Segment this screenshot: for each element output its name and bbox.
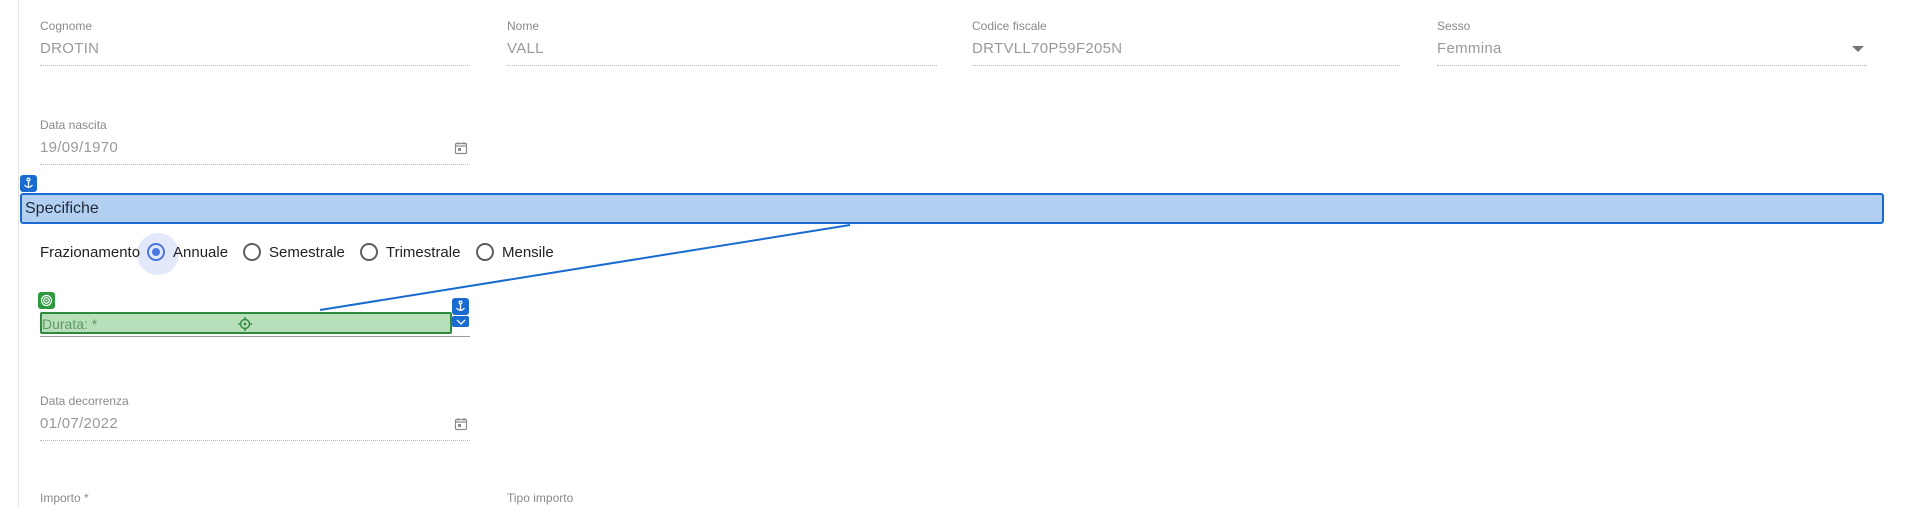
radio-trimestrale[interactable]: Trimestrale bbox=[360, 240, 460, 264]
durata-select[interactable]: Durata: * bbox=[40, 312, 452, 334]
radio-annuale[interactable]: Annuale bbox=[137, 233, 229, 275]
dropdown-toggle-icon[interactable] bbox=[452, 316, 469, 327]
calendar-icon[interactable] bbox=[454, 417, 468, 431]
durata-underline bbox=[40, 336, 470, 337]
section-specifiche[interactable]: Specifiche bbox=[20, 193, 1884, 224]
radio-label-semestrale: Semestrale bbox=[269, 243, 345, 261]
radio-mensile[interactable]: Mensile bbox=[476, 240, 554, 264]
radio-unselected-icon[interactable] bbox=[243, 243, 261, 261]
radio-unselected-icon[interactable] bbox=[476, 243, 494, 261]
durata-placeholder: Durata: * bbox=[42, 316, 98, 332]
section-title: Specifiche bbox=[25, 200, 99, 217]
radio-label-mensile: Mensile bbox=[502, 243, 554, 261]
data-decorrenza-field[interactable]: Data decorrenza 01/07/2022 bbox=[40, 394, 470, 442]
frazionamento-label: Frazionamento bbox=[40, 244, 141, 261]
radio-label-annuale: Annuale bbox=[173, 243, 229, 261]
data-decorrenza-value: 01/07/2022 bbox=[40, 415, 119, 432]
data-decorrenza-input[interactable]: 01/07/2022 bbox=[40, 412, 470, 441]
radio-unselected-icon[interactable] bbox=[360, 243, 378, 261]
anchor-icon[interactable] bbox=[452, 298, 469, 315]
crosshair-icon bbox=[238, 317, 252, 331]
anchor-icon[interactable] bbox=[20, 175, 37, 192]
target-icon[interactable] bbox=[38, 292, 55, 309]
radio-label-trimestrale: Trimestrale bbox=[386, 243, 461, 261]
radio-semestrale[interactable]: Semestrale bbox=[243, 240, 345, 264]
importo-label: Importo * bbox=[40, 491, 89, 505]
data-decorrenza-label: Data decorrenza bbox=[40, 394, 129, 408]
radio-selected-icon[interactable] bbox=[137, 233, 179, 275]
tipo-importo-label: Tipo importo bbox=[507, 491, 574, 505]
